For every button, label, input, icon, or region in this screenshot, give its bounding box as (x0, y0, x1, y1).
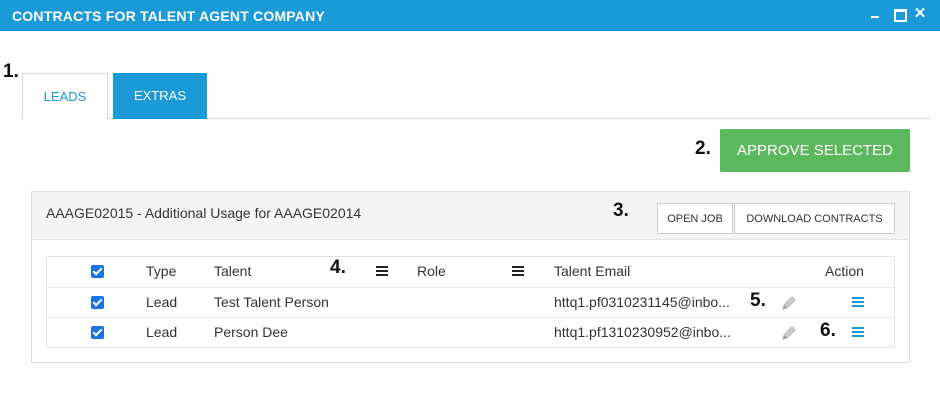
row-action-menu-icon[interactable] (852, 297, 864, 308)
role-column-menu-icon[interactable] (512, 266, 524, 277)
column-header-action: Action (825, 263, 864, 279)
column-header-talent-email[interactable]: Talent Email (554, 257, 630, 287)
row-checkbox[interactable] (91, 326, 104, 339)
row-talent-email: httq1.pf0310231145@inbo... (554, 294, 730, 310)
window-titlebar: CONTRACTS FOR TALENT AGENT COMPANY ✕ (0, 0, 940, 31)
edit-pencil-icon[interactable] (780, 324, 798, 342)
panel-header: AAAGE02015 - Additional Usage for AAAGE0… (32, 192, 909, 240)
row-action-menu-icon[interactable] (852, 327, 864, 338)
grid-header-row: Type Talent Role Talent Email Action (47, 257, 894, 287)
open-job-button[interactable]: OPEN JOB (657, 203, 733, 234)
row-type: Lead (146, 294, 178, 310)
callout-2: 2. (695, 138, 711, 159)
edit-pencil-icon[interactable] (780, 294, 798, 312)
column-header-talent[interactable]: Talent (214, 257, 251, 287)
row-checkbox[interactable] (91, 296, 104, 309)
column-header-role[interactable]: Role (417, 257, 446, 287)
row-type: Lead (146, 324, 178, 340)
contracts-grid: Type Talent Role Talent Email Action Lea… (46, 256, 895, 348)
row-talent: Person Dee (214, 324, 288, 340)
callout-5: 5. (750, 290, 766, 311)
talent-column-menu-icon[interactable] (376, 266, 388, 277)
row-talent-email: httq1.pf1310230952@inbo... (554, 324, 731, 340)
callout-3: 3. (613, 200, 629, 221)
callout-6: 6. (820, 320, 836, 341)
download-contracts-button[interactable]: DOWNLOAD CONTRACTS (734, 203, 895, 234)
maximize-icon[interactable] (891, 6, 907, 22)
table-row[interactable]: Lead Person Dee httq1.pf1310230952@inbo.… (47, 317, 894, 347)
tab-leads[interactable]: LEADS (22, 73, 108, 119)
callout-1: 1. (3, 61, 19, 82)
column-header-type[interactable]: Type (146, 257, 176, 287)
window-title: CONTRACTS FOR TALENT AGENT COMPANY (12, 8, 325, 24)
row-talent: Test Talent Person (214, 294, 329, 310)
close-icon[interactable]: ✕ (912, 6, 928, 22)
callout-4: 4. (330, 257, 346, 278)
tab-extras[interactable]: EXTRAS (113, 73, 207, 119)
approve-selected-button[interactable]: APPROVE SELECTED (720, 129, 910, 172)
panel-title: AAAGE02015 - Additional Usage for AAAGE0… (46, 205, 362, 221)
select-all-checkbox[interactable] (91, 265, 104, 278)
minimize-icon[interactable] (868, 6, 884, 22)
table-row[interactable]: Lead Test Talent Person httq1.pf03102311… (47, 287, 894, 317)
